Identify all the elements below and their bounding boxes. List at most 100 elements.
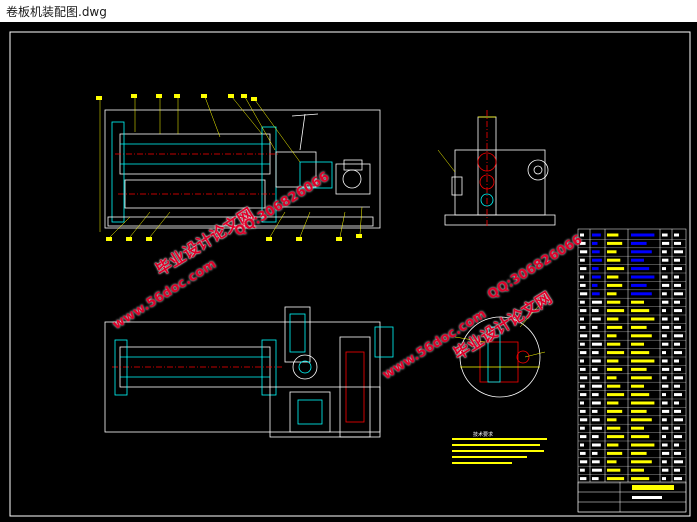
parts-row-cell <box>674 367 681 371</box>
parts-row-cell <box>631 267 650 271</box>
parts-row-cell <box>674 233 679 237</box>
parts-row-cell <box>580 468 585 472</box>
parts-row-cell <box>607 460 617 464</box>
parts-row-cell <box>592 275 601 279</box>
parts-row-cell <box>580 435 587 439</box>
parts-row-cell <box>631 258 644 262</box>
parts-row-cell <box>674 451 681 455</box>
parts-row-cell <box>631 443 655 447</box>
parts-row-cell <box>674 359 679 363</box>
parts-row-cell <box>580 275 584 279</box>
tech-requirements <box>452 438 547 464</box>
parts-row-cell <box>592 443 601 447</box>
parts-row-cell <box>674 351 682 355</box>
parts-row-cell <box>580 401 584 405</box>
parts-row-cell <box>607 401 619 405</box>
parts-row-cell <box>662 351 666 355</box>
parts-row-cell <box>607 334 617 338</box>
parts-row-cell <box>662 334 667 338</box>
parts-row-cell <box>592 351 599 355</box>
parts-row-cell <box>607 309 625 313</box>
side-view <box>444 110 556 227</box>
parts-row-cell <box>592 325 598 329</box>
parts-row-cell <box>607 292 617 296</box>
parts-row-cell <box>580 376 588 380</box>
parts-row-cell <box>674 325 681 329</box>
parts-row-cell <box>631 317 655 321</box>
parts-row-cell <box>607 233 619 237</box>
parts-row-cell <box>662 401 668 405</box>
parts-row-cell <box>592 418 600 422</box>
parts-row-cell <box>631 233 655 237</box>
parts-row-cell <box>592 451 598 455</box>
parts-row-cell <box>607 325 623 329</box>
parts-row-cell <box>607 426 621 430</box>
parts-row-cell <box>580 292 588 296</box>
parts-row-cell <box>592 426 602 430</box>
parts-row-cell <box>631 292 652 296</box>
parts-row-cell <box>631 325 647 329</box>
parts-row-cell <box>580 460 588 464</box>
parts-row-cell <box>662 443 668 447</box>
parts-row-cell <box>674 435 682 439</box>
parts-row-cell <box>674 317 679 321</box>
parts-row-cell <box>607 418 617 422</box>
parts-row-cell <box>592 258 602 262</box>
parts-row-cell <box>607 283 623 287</box>
parts-row-cell <box>662 275 668 279</box>
window-title: 卷板机装配图.dwg <box>6 5 107 19</box>
parts-row-cell <box>607 468 621 472</box>
parts-row-cell <box>592 393 599 397</box>
parts-row-cell <box>607 477 625 481</box>
parts-row-cell <box>674 477 682 481</box>
parts-row-cell <box>592 292 600 296</box>
title-bar: 卷板机装配图.dwg <box>0 0 697 23</box>
parts-row-cell <box>662 250 667 254</box>
parts-row-cell <box>580 409 586 413</box>
parts-row-cell <box>580 359 584 363</box>
parts-row-cell <box>607 250 617 254</box>
parts-row-cell <box>674 468 680 472</box>
parts-row-cell <box>674 334 683 338</box>
parts-row-cell <box>662 451 670 455</box>
parts-row-cell <box>631 351 650 355</box>
parts-row-cell <box>607 443 619 447</box>
parts-row-cell <box>631 309 650 313</box>
parts-row-cell <box>662 258 669 262</box>
parts-row-cell <box>592 401 601 405</box>
parts-row-cell <box>631 367 647 371</box>
parts-row-cell <box>580 342 585 346</box>
parts-row-cell <box>674 393 682 397</box>
parts-row-cell <box>607 317 619 321</box>
parts-row-cell <box>592 300 602 304</box>
sheet-border <box>9 31 691 517</box>
parts-row-cell <box>592 241 598 245</box>
parts-row-cell <box>592 409 598 413</box>
drawing-viewport[interactable]: 技术要求 毕业设计论文网 QQ:306826066 www.56doc.com … <box>0 22 697 522</box>
parts-row-cell <box>592 376 600 380</box>
parts-row-cell <box>631 275 655 279</box>
parts-row-cell <box>631 283 647 287</box>
parts-row-cell <box>674 300 680 304</box>
parts-row-cell <box>631 426 644 430</box>
parts-row-cell <box>674 250 683 254</box>
parts-row-cell <box>662 460 667 464</box>
parts-row-cell <box>607 451 623 455</box>
title-block-code <box>632 496 662 499</box>
parts-row-cell <box>607 393 625 397</box>
parts-row-cell <box>580 309 587 313</box>
parts-row-cell <box>662 267 666 271</box>
parts-row-cell <box>592 384 602 388</box>
parts-row-cell <box>580 325 586 329</box>
parts-row-cell <box>592 468 602 472</box>
parts-row-cell <box>662 283 670 287</box>
parts-row-cell <box>631 376 652 380</box>
parts-row-cell <box>607 367 623 371</box>
parts-row-cell <box>631 460 652 464</box>
parts-row-cell <box>631 418 652 422</box>
parts-row-cell <box>607 376 617 380</box>
parts-row-cell <box>580 317 584 321</box>
parts-row-cell <box>580 384 585 388</box>
parts-row-cell <box>580 300 585 304</box>
parts-row-cell <box>592 283 598 287</box>
